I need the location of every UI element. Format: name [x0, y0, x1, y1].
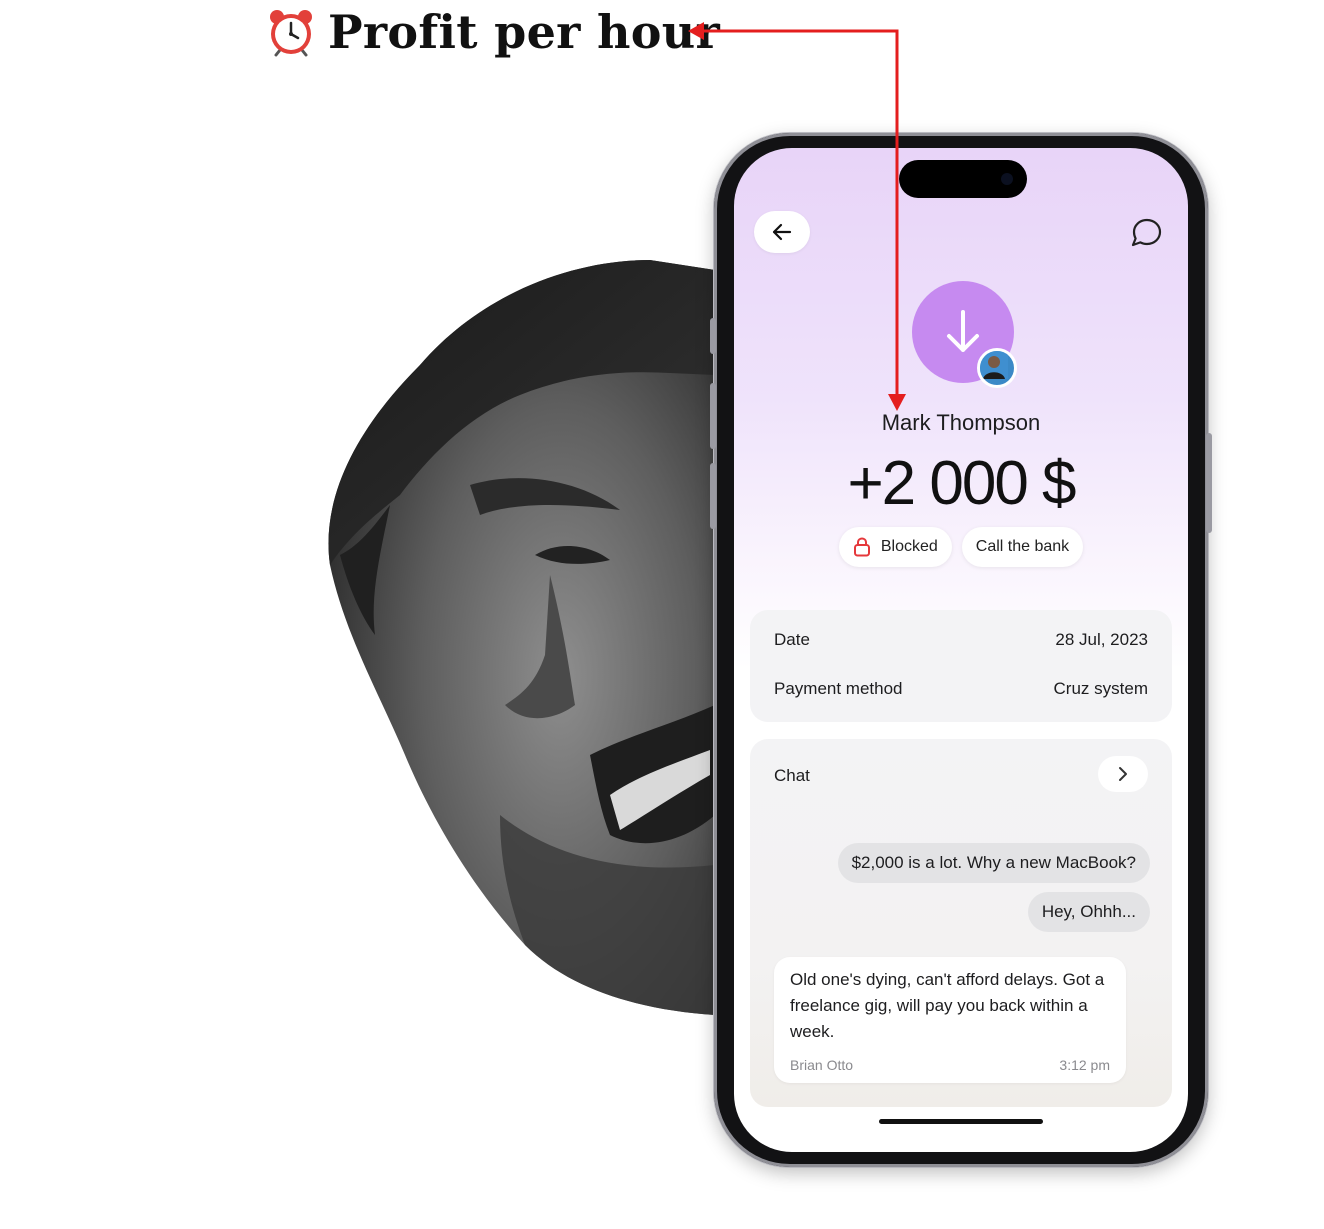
arrow-left-icon — [772, 223, 792, 241]
detail-label: Date — [774, 630, 810, 649]
blocked-label: Blocked — [880, 538, 938, 555]
dynamic-island — [899, 160, 1027, 198]
detail-value: Cruz system — [1053, 679, 1148, 698]
power-button — [1206, 433, 1212, 533]
call-the-bank-button[interactable]: Call the bank — [961, 527, 1084, 567]
message-author: Brian Otto — [790, 1057, 854, 1073]
volume-up-button — [710, 383, 716, 449]
phone-screen: Mark Thompson +2 000 $ Blocked Call the … — [734, 148, 1188, 1152]
message-timestamp: 3:12 pm — [1059, 1057, 1110, 1073]
transaction-amount: +2 000 $ — [847, 449, 1076, 518]
home-indicator — [879, 1119, 1043, 1124]
annotation-title: Profit per hour — [328, 5, 721, 59]
incoming-message-text: Old one's dying, can't afford delays. Go… — [790, 970, 1105, 1041]
lock-icon — [853, 537, 870, 557]
action-pills: Blocked Call the bank — [734, 527, 1188, 567]
arrow-down-icon — [947, 310, 979, 352]
back-button[interactable] — [754, 211, 810, 253]
outgoing-message: $2,000 is a lot. Why a new MacBook? — [837, 843, 1150, 883]
outgoing-message: Hey, Ohhh... — [1027, 892, 1150, 932]
open-chat-button[interactable] — [1098, 756, 1148, 792]
avatar — [977, 348, 1017, 388]
detail-value: 28 Jul, 2023 — [1055, 630, 1148, 649]
contact-name: Mark Thompson — [881, 410, 1041, 435]
call-the-bank-label: Call the bank — [975, 538, 1070, 555]
blocked-button[interactable]: Blocked — [838, 527, 952, 567]
grayscale-smirking-face-image — [328, 260, 715, 1015]
chat-title: Chat — [774, 766, 810, 785]
phone-frame: Mark Thompson +2 000 $ Blocked Call the … — [710, 133, 1212, 1167]
detail-label: Payment method — [774, 679, 903, 698]
annotation: Profit per hour — [266, 2, 720, 62]
camera-lens — [1001, 173, 1013, 185]
chevron-right-icon — [1119, 767, 1127, 781]
volume-down-button — [710, 463, 716, 529]
transaction-details-card: Date 28 Jul, 2023 Payment method Cruz sy… — [750, 610, 1172, 722]
user-photo-icon — [980, 351, 1008, 379]
alarm-clock-icon — [270, 10, 312, 57]
detail-row-date: Date 28 Jul, 2023 — [774, 630, 1148, 650]
side-button — [710, 318, 716, 354]
detail-row-payment-method: Payment method Cruz system — [774, 679, 1148, 699]
chat-bubble-icon[interactable] — [1128, 215, 1164, 251]
chat-card: Chat $2,000 is a lot. Why a new MacBook?… — [750, 739, 1172, 1107]
incoming-message: Old one's dying, can't afford delays. Go… — [774, 957, 1126, 1083]
